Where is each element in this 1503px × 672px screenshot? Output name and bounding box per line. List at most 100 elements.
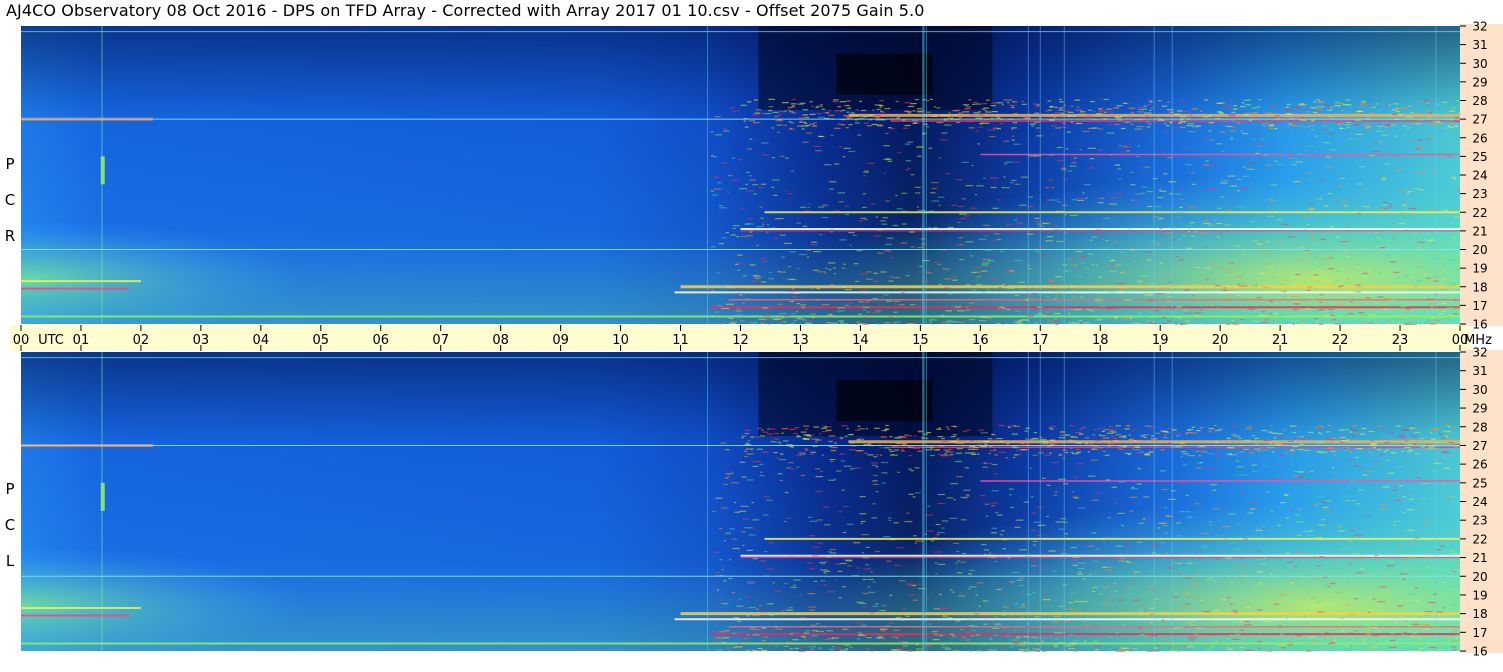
noise-speckle	[1308, 431, 1314, 434]
frequency-tick-label: 32	[1472, 20, 1487, 34]
noise-speckle	[1293, 470, 1298, 472]
noise-speckle	[965, 494, 970, 496]
noise-speckle	[1071, 642, 1077, 644]
noise-speckle	[1440, 545, 1445, 547]
noise-speckle	[1347, 126, 1350, 128]
noise-speckle	[759, 605, 762, 607]
noise-speckle	[1004, 161, 1013, 163]
noise-speckle	[1277, 644, 1286, 646]
noise-speckle	[1077, 562, 1086, 564]
noise-speckle	[984, 235, 987, 237]
noise-speckle	[1004, 285, 1008, 287]
noise-speckle	[1232, 425, 1237, 427]
noise-speckle	[1326, 156, 1331, 158]
noise-speckle	[1306, 295, 1311, 297]
noise-speckle	[1078, 643, 1083, 646]
noise-speckle	[1325, 441, 1332, 443]
noise-speckle	[1033, 438, 1039, 440]
noise-speckle	[1054, 646, 1058, 648]
noise-speckle	[1204, 322, 1208, 324]
noise-speckle	[1012, 639, 1020, 641]
noise-speckle	[1419, 437, 1425, 440]
noise-speckle	[1013, 113, 1018, 115]
noise-speckle	[1387, 561, 1396, 563]
noise-speckle	[1406, 567, 1411, 569]
noise-speckle	[719, 323, 724, 325]
noise-speckle	[1092, 640, 1098, 642]
noise-speckle	[728, 650, 731, 652]
noise-speckle	[726, 476, 730, 478]
noise-speckle	[1085, 624, 1091, 626]
noise-speckle	[1088, 445, 1095, 448]
noise-speckle	[1116, 105, 1123, 107]
noise-speckle	[937, 263, 941, 265]
noise-speckle	[711, 639, 716, 641]
noise-speckle	[915, 648, 923, 650]
noise-speckle	[1101, 430, 1105, 432]
noise-speckle	[1102, 437, 1110, 439]
noise-speckle	[1194, 231, 1197, 233]
noise-speckle	[1219, 112, 1224, 114]
noise-speckle	[1317, 426, 1324, 428]
noise-speckle	[1107, 648, 1113, 650]
noise-speckle	[1305, 308, 1311, 310]
noise-speckle	[1072, 559, 1079, 561]
noise-speckle	[1006, 443, 1010, 445]
noise-speckle	[874, 114, 882, 116]
noise-speckle	[975, 284, 982, 286]
noise-speckle	[1325, 431, 1331, 433]
noise-speckle	[1018, 281, 1025, 283]
noise-speckle	[860, 624, 867, 626]
noise-speckle	[1059, 107, 1062, 109]
noise-speckle	[714, 116, 721, 118]
noise-speckle	[983, 462, 987, 464]
noise-speckle	[957, 560, 961, 562]
noise-speckle	[834, 563, 841, 565]
noise-speckle	[789, 111, 794, 113]
noise-speckle	[1456, 570, 1459, 572]
spectrogram-early-glow	[21, 26, 1460, 324]
noise-speckle	[1162, 316, 1166, 319]
noise-speckle	[1073, 476, 1079, 478]
noise-speckle	[1426, 138, 1431, 140]
noise-speckle	[1070, 451, 1074, 453]
noise-speckle	[768, 542, 774, 544]
noise-speckle	[1436, 611, 1444, 613]
noise-speckle	[885, 200, 890, 202]
noise-speckle	[999, 451, 1006, 454]
noise-speckle	[1217, 307, 1220, 309]
noise-speckle	[1299, 246, 1306, 248]
noise-speckle	[1388, 472, 1395, 474]
noise-speckle	[948, 293, 953, 295]
noise-speckle	[1058, 98, 1062, 101]
noise-speckle	[959, 496, 968, 498]
noise-speckle	[738, 159, 743, 161]
noise-speckle	[1143, 166, 1151, 168]
noise-speckle	[1368, 622, 1371, 624]
noise-speckle	[1333, 650, 1337, 653]
noise-speckle	[993, 616, 998, 618]
noise-speckle	[1257, 647, 1260, 649]
noise-speckle	[1265, 319, 1268, 321]
noise-speckle	[751, 114, 760, 116]
noise-speckle	[945, 173, 950, 175]
lcp-panel	[21, 352, 1467, 653]
noise-speckle	[948, 454, 953, 456]
noise-speckle	[1241, 188, 1249, 191]
noise-speckle	[1414, 599, 1420, 602]
noise-speckle	[1261, 123, 1269, 125]
noise-speckle	[1349, 242, 1354, 244]
noise-speckle	[1127, 150, 1130, 152]
noise-speckle	[1368, 430, 1375, 433]
noise-speckle	[1098, 299, 1103, 301]
noise-speckle	[888, 316, 893, 318]
noise-speckle	[1191, 183, 1196, 185]
noise-speckle	[1416, 477, 1421, 479]
noise-speckle	[1071, 592, 1077, 594]
noise-speckle	[1453, 299, 1457, 302]
noise-speckle	[1389, 432, 1394, 434]
noise-speckle	[1160, 470, 1166, 472]
noise-speckle	[766, 224, 769, 226]
noise-speckle	[1399, 485, 1404, 487]
noise-speckle	[958, 595, 966, 597]
